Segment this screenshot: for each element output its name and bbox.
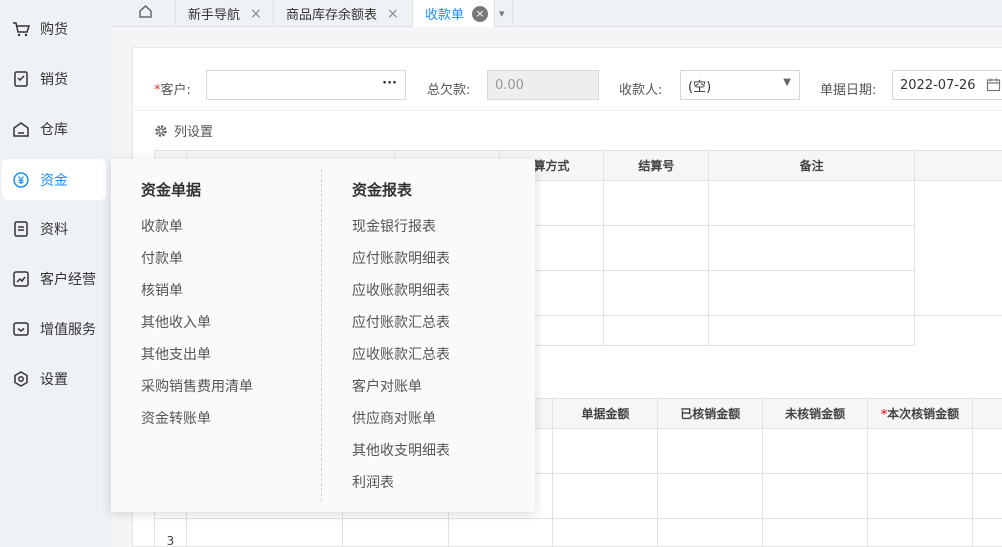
service-icon: [12, 320, 30, 338]
settings-icon: [12, 370, 30, 388]
tab-label: 商品库存余额表: [286, 8, 378, 23]
menu-item-customer-statement[interactable]: 客户对账单: [352, 376, 422, 396]
customer-input[interactable]: ···: [206, 70, 406, 100]
menu-item-receivables-detail[interactable]: 应收账款明细表: [352, 280, 450, 300]
column-settings-button[interactable]: 列设置: [154, 121, 213, 140]
menu-item-other-income[interactable]: 其他收入单: [141, 312, 211, 332]
chevron-down-icon: ▼: [783, 77, 791, 88]
funds-documents-title: 资金单据: [141, 181, 202, 199]
close-icon[interactable]: ×: [387, 6, 399, 22]
funds-reports-title: 资金报表: [352, 181, 413, 199]
funds-dropdown-menu: 资金单据 收款单 付款单 核销单 其他收入单 其他支出单 采购销售费用清单 资金…: [111, 159, 535, 512]
sidebar-item-data[interactable]: 资料: [2, 208, 106, 249]
payee-select[interactable]: (空) ▼: [680, 70, 800, 100]
menu-item-expense-list[interactable]: 采购销售费用清单: [141, 376, 253, 396]
warehouse-icon: [12, 120, 30, 138]
table-header: 备注: [708, 150, 916, 181]
table-header: [971, 398, 1002, 429]
menu-item-writeoff[interactable]: 核销单: [141, 280, 183, 300]
yuan-icon: [12, 171, 30, 189]
date-input[interactable]: 2022-07-26: [892, 70, 1002, 100]
table-header: *本次核销金额: [867, 398, 973, 429]
sidebar-item-value-added[interactable]: 增值服务: [2, 308, 106, 349]
menu-item-payables-summary[interactable]: 应付账款汇总表: [352, 312, 450, 332]
tab-home[interactable]: [126, 0, 176, 27]
table-header: [914, 150, 1002, 181]
total-debt-input: 0.00: [487, 70, 599, 100]
sidebar-item-label: 设置: [40, 371, 68, 388]
sidebar-item-settings[interactable]: 设置: [2, 358, 106, 399]
tab-label: 新手导航: [188, 8, 241, 23]
menu-item-payables-detail[interactable]: 应付账款明细表: [352, 248, 450, 268]
menu-item-supplier-statement[interactable]: 供应商对账单: [352, 408, 436, 428]
sidebar-item-label: 销货: [40, 71, 68, 88]
close-circle-icon[interactable]: ×: [472, 5, 489, 22]
home-icon: [138, 4, 153, 23]
sidebar-item-label: 资金: [40, 172, 68, 189]
sidebar-item-label: 客户经营: [40, 271, 96, 288]
menu-item-receipt[interactable]: 收款单: [141, 216, 183, 236]
row-number: 3: [154, 518, 187, 547]
calendar-icon[interactable]: [986, 77, 1001, 96]
menu-item-transfer[interactable]: 资金转账单: [141, 408, 211, 428]
menu-item-cash-bank-report[interactable]: 现金银行报表: [352, 216, 436, 236]
sidebar-item-label: 资料: [40, 221, 68, 238]
menu-item-other-expense[interactable]: 其他支出单: [141, 344, 211, 364]
divider: [133, 110, 1002, 111]
sidebar-item-label: 仓库: [40, 121, 68, 138]
tab-inventory-balance[interactable]: 商品库存余额表 ×: [274, 0, 413, 27]
table-header: 结算号: [603, 150, 710, 181]
document-icon: [12, 220, 30, 238]
table-header: 已核销金额: [657, 398, 764, 429]
more-icon[interactable]: ···: [382, 76, 397, 91]
sidebar-item-sales[interactable]: 销货: [2, 58, 106, 99]
sidebar-item-purchase[interactable]: 购货: [2, 8, 106, 49]
tab-guide[interactable]: 新手导航 ×: [176, 0, 274, 27]
gear-icon: [154, 124, 168, 138]
sidebar-item-funds[interactable]: 资金: [2, 159, 106, 200]
chart-icon: [12, 270, 30, 288]
tab-receipt[interactable]: 收款单 ×: [413, 0, 495, 27]
sidebar: 购货 销货 仓库 资金 资料 客户经营 增值服务 设置: [0, 0, 111, 547]
sidebar-item-warehouse[interactable]: 仓库: [2, 108, 106, 149]
menu-divider: [321, 169, 322, 501]
sidebar-item-label: 购货: [40, 21, 68, 38]
chevron-down-icon: ▾: [499, 7, 505, 20]
table-header: 未核销金额: [762, 398, 869, 429]
customer-label: *客户:: [154, 83, 191, 98]
tab-label: 收款单: [425, 8, 465, 23]
menu-item-other-detail[interactable]: 其他收支明细表: [352, 440, 450, 460]
tab-bar: 新手导航 × 商品库存余额表 × 收款单 × ▾: [111, 0, 1002, 27]
payee-label: 收款人:: [619, 83, 663, 98]
date-label: 单据日期:: [820, 83, 877, 98]
sidebar-item-customer[interactable]: 客户经营: [2, 258, 106, 299]
tab-more-dropdown[interactable]: ▾: [495, 0, 513, 27]
total-debt-label: 总欠款:: [427, 83, 471, 98]
close-icon[interactable]: ×: [250, 6, 262, 22]
menu-item-receivables-summary[interactable]: 应收账款汇总表: [352, 344, 450, 364]
menu-item-payment[interactable]: 付款单: [141, 248, 183, 268]
table-row: 3: [154, 518, 1002, 547]
sales-icon: [12, 70, 30, 88]
menu-item-profit[interactable]: 利润表: [352, 472, 394, 492]
cart-icon: [12, 20, 30, 38]
sidebar-item-label: 增值服务: [40, 321, 96, 338]
table-header: 单据金额: [552, 398, 659, 429]
